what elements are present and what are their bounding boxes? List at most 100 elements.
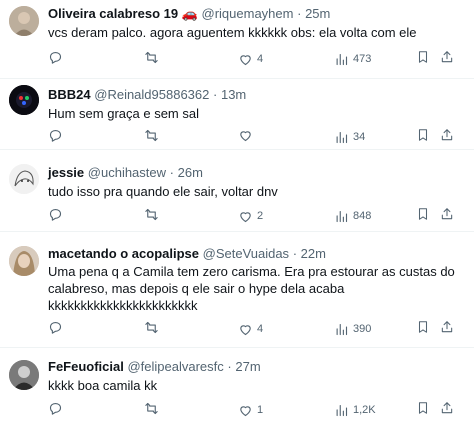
bookmark-button[interactable]	[416, 50, 430, 64]
user-handle[interactable]: @uchihastew	[88, 165, 166, 180]
share-button[interactable]	[440, 207, 454, 221]
like-count: 1	[257, 404, 264, 416]
avatar[interactable]	[9, 6, 39, 36]
bookmark-icon	[418, 51, 428, 63]
share-button[interactable]	[440, 320, 454, 334]
bookmark-button[interactable]	[416, 207, 430, 221]
bookmark-icon	[418, 129, 428, 141]
avatar-image	[9, 246, 39, 276]
share-icon	[441, 208, 453, 220]
display-name[interactable]: FeFeuoficial	[48, 359, 124, 374]
tweet-4[interactable]: macetando o acopalipse @SeteVuaidas · 22…	[0, 232, 474, 348]
user-handle[interactable]: @SeteVuaidas	[203, 246, 289, 261]
retweet-button[interactable]	[144, 401, 159, 416]
tweet-2[interactable]: BBB24 @Reinald95886362 · 13m Hum sem gra…	[0, 79, 474, 150]
retweet-icon	[145, 129, 158, 142]
views-icon	[336, 323, 348, 335]
reply-button[interactable]	[48, 320, 63, 335]
user-handle[interactable]: @felipealvaresfc	[127, 359, 223, 374]
bookmark-button[interactable]	[416, 128, 430, 142]
display-name[interactable]: macetando o acopalipse	[48, 246, 199, 261]
like-button[interactable]: 4	[238, 320, 263, 338]
share-icon	[441, 51, 453, 63]
retweet-icon	[145, 321, 158, 334]
share-icon	[441, 321, 453, 333]
user-handle[interactable]: @Reinald95886362	[94, 87, 209, 102]
like-button[interactable]: 1	[238, 401, 263, 419]
like-button[interactable]	[238, 128, 257, 143]
reply-icon	[49, 129, 62, 142]
timestamp[interactable]: 22m	[301, 246, 326, 261]
reply-button[interactable]	[48, 207, 63, 222]
tweet-text: kkkk boa camila kk	[48, 377, 460, 394]
like-count: 4	[257, 323, 264, 335]
retweet-button[interactable]	[144, 50, 159, 65]
views-button[interactable]: 390	[334, 320, 371, 338]
view-count: 848	[353, 210, 372, 222]
tweet-header: BBB24 @Reinald95886362 · 13m	[48, 86, 246, 104]
tweet-text-line: Hum sem graça e sem sal	[48, 106, 199, 121]
tweet-3[interactable]: jessie @uchihastew · 26m tudo isso pra q…	[0, 150, 474, 232]
share-button[interactable]	[440, 128, 454, 142]
tweet-text: tudo isso pra quando ele sair, voltar dn…	[48, 183, 460, 200]
avatar[interactable]	[9, 360, 39, 390]
views-icon	[336, 404, 348, 416]
separator: ·	[227, 359, 232, 374]
avatar[interactable]	[9, 85, 39, 115]
tweet-text-line: tudo isso pra quando ele sair, voltar dn…	[48, 184, 278, 199]
retweet-icon	[145, 51, 158, 64]
bookmark-button[interactable]	[416, 320, 430, 334]
avatar[interactable]	[9, 164, 39, 194]
tweet-text-line: Uma pena q a Camila tem zero carisma. Er…	[48, 264, 455, 279]
display-name[interactable]: Oliveira calabreso 19 🚗	[48, 6, 198, 21]
views-icon	[336, 53, 348, 65]
retweet-icon	[145, 402, 158, 415]
bookmark-icon	[418, 208, 428, 220]
user-handle[interactable]: @riquemayhem	[202, 6, 294, 21]
separator: ·	[297, 6, 302, 21]
retweet-button[interactable]	[144, 128, 159, 143]
avatar-image	[9, 164, 39, 194]
heart-icon	[240, 211, 251, 222]
avatar-image	[9, 85, 39, 115]
reply-icon	[49, 51, 62, 64]
reply-button[interactable]	[48, 401, 63, 416]
display-name[interactable]: BBB24	[48, 87, 91, 102]
views-button[interactable]: 34	[334, 128, 365, 146]
bookmark-button[interactable]	[416, 401, 430, 415]
display-name[interactable]: jessie	[48, 165, 84, 180]
tweet-actions: 2 848	[48, 207, 464, 225]
heart-icon	[240, 405, 251, 416]
timestamp[interactable]: 26m	[178, 165, 203, 180]
tweet-actions: 4 473	[48, 50, 464, 68]
retweet-button[interactable]	[144, 207, 159, 222]
share-icon	[441, 402, 453, 414]
views-icon	[336, 131, 348, 143]
tweet-5[interactable]: FeFeuoficial @felipealvaresfc · 27m kkkk…	[0, 348, 474, 423]
views-button[interactable]: 473	[334, 50, 371, 68]
like-button[interactable]: 4	[238, 50, 263, 68]
reply-button[interactable]	[48, 50, 63, 65]
tweet-text-line: vcs deram palco. agora aguentem kkkkkk o…	[48, 25, 417, 40]
timestamp[interactable]: 25m	[305, 6, 330, 21]
views-button[interactable]: 1,2K	[334, 401, 376, 419]
tweet-header: FeFeuoficial @felipealvaresfc · 27m	[48, 358, 261, 376]
avatar-image	[9, 6, 39, 36]
retweet-icon	[145, 208, 158, 221]
reply-button[interactable]	[48, 128, 63, 143]
share-button[interactable]	[440, 50, 454, 64]
timestamp[interactable]: 27m	[235, 359, 260, 374]
tweet-text: vcs deram palco. agora aguentem kkkkkk o…	[48, 24, 460, 41]
views-button[interactable]: 848	[334, 207, 371, 225]
tweet-text: Hum sem graça e sem sal	[48, 105, 460, 122]
like-button[interactable]: 2	[238, 207, 263, 225]
timestamp[interactable]: 13m	[221, 87, 246, 102]
reply-icon	[49, 208, 62, 221]
tweet-text-line: kkkk boa camila kk	[48, 378, 158, 393]
avatar[interactable]	[9, 246, 39, 276]
share-button[interactable]	[440, 401, 454, 415]
tweet-1[interactable]: Oliveira calabreso 19 🚗 @riquemayhem · 2…	[0, 0, 474, 79]
tweet-actions: 34	[48, 128, 464, 146]
separator: ·	[292, 246, 298, 261]
retweet-button[interactable]	[144, 320, 159, 335]
